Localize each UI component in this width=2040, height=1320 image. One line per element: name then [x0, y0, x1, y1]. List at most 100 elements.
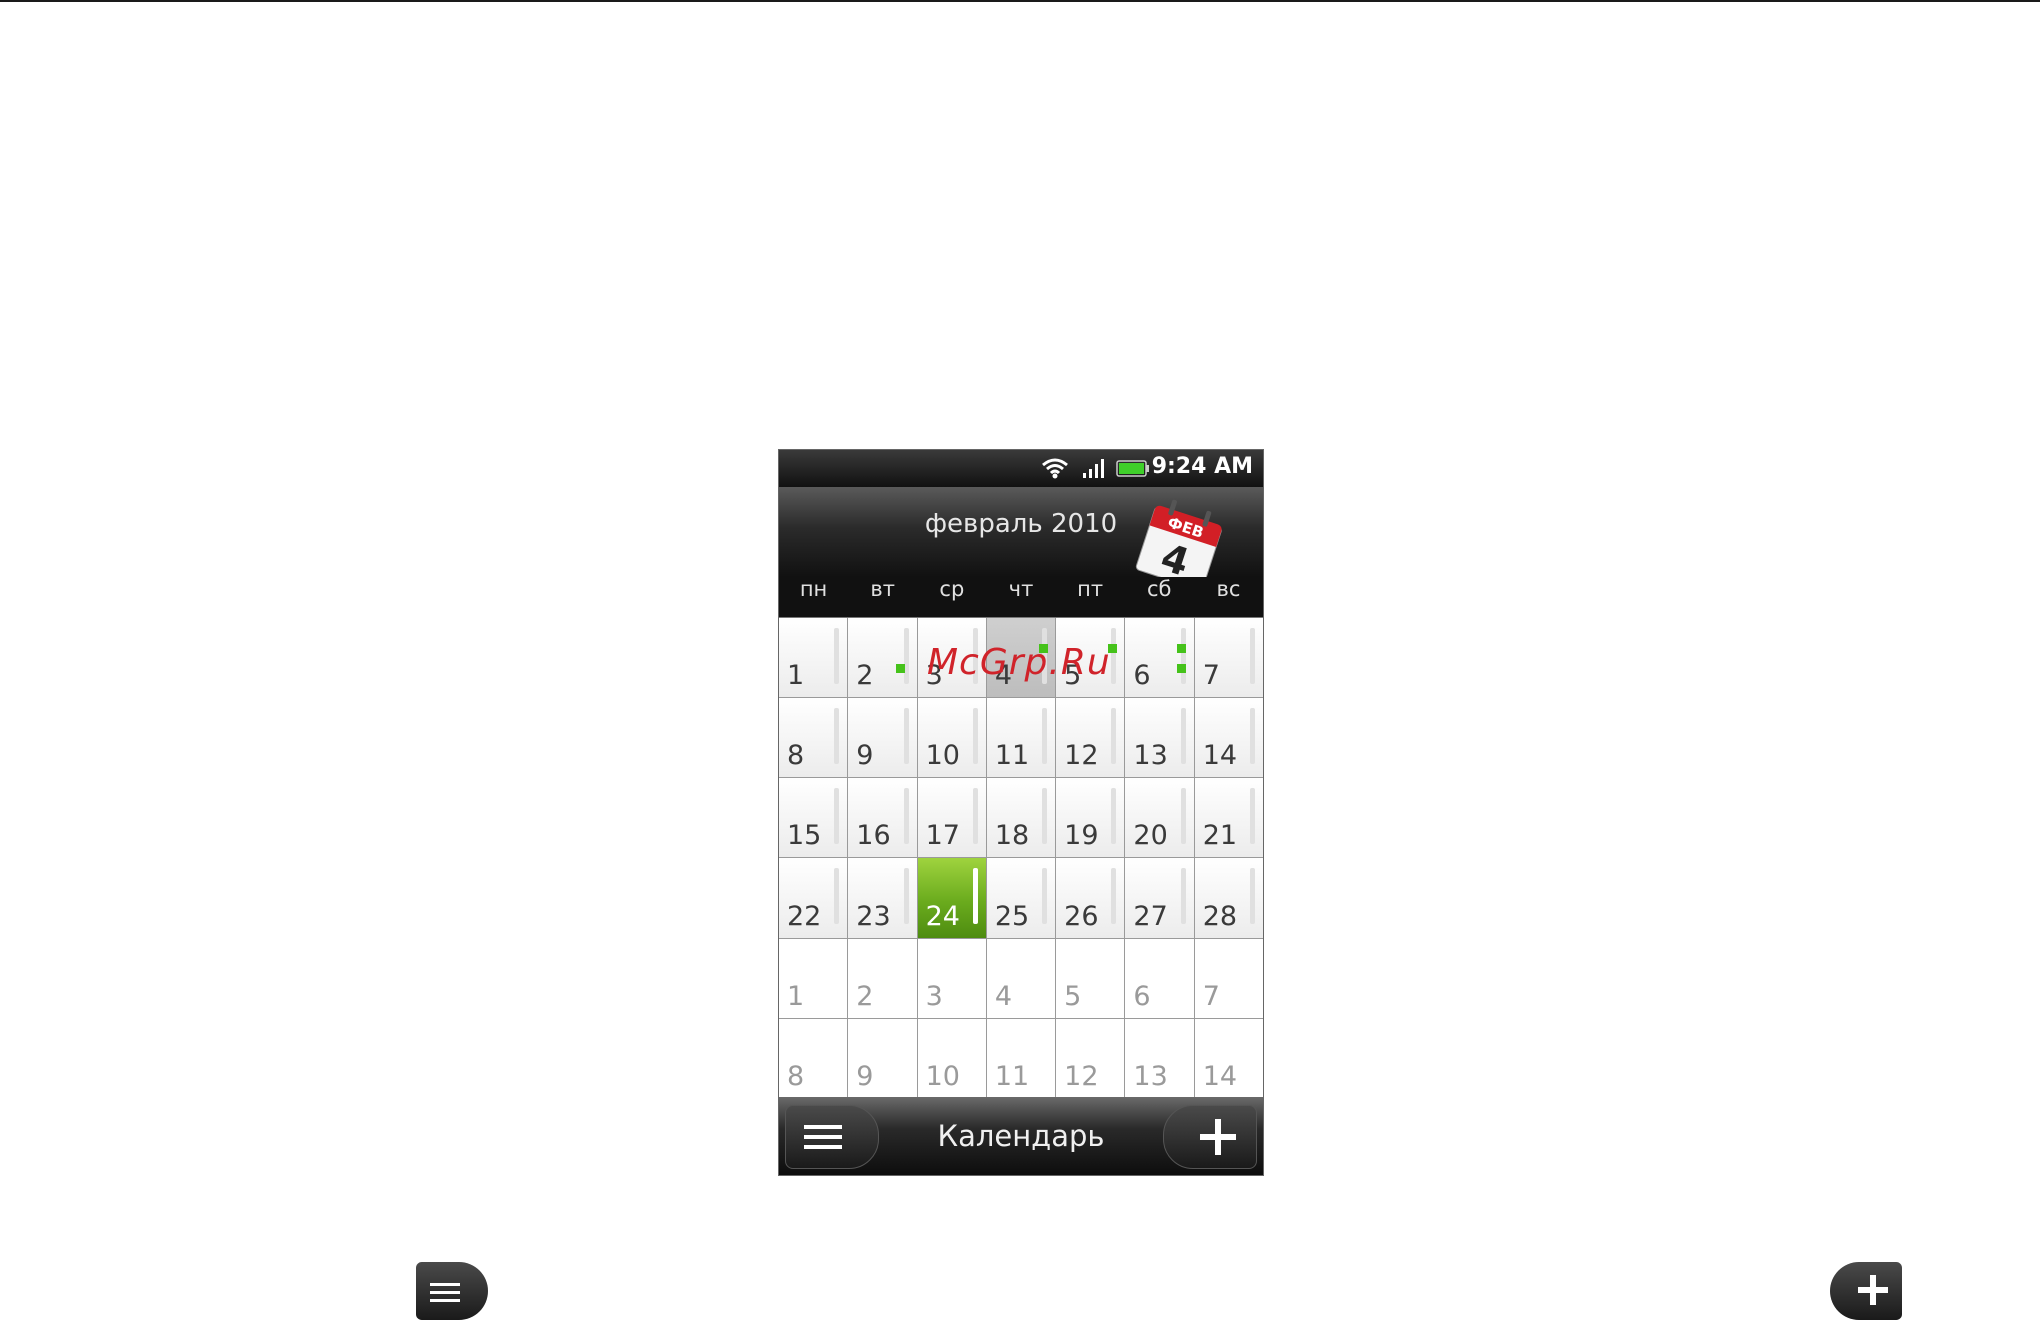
day-cell[interactable]: 7: [1194, 618, 1263, 698]
day-cell[interactable]: 21: [1194, 778, 1263, 858]
day-cell[interactable]: 23: [848, 858, 917, 938]
day-cell[interactable]: 9: [848, 698, 917, 778]
day-number: 14: [1202, 1060, 1238, 1092]
day-number: 26: [1064, 900, 1099, 932]
day-cell-next-month[interactable]: 4: [986, 938, 1056, 1018]
day-cell-next-month[interactable]: 5: [1056, 938, 1125, 1018]
weekday-label: чт: [1008, 577, 1034, 601]
weekday-label: сб: [1147, 577, 1172, 601]
day-number: 6: [1133, 660, 1151, 692]
day-number: 13: [1133, 740, 1168, 772]
day-cell-next-month[interactable]: 10: [917, 1018, 986, 1098]
day-cell[interactable]: 10: [917, 698, 986, 778]
day-cell-today[interactable]: 24: [917, 858, 986, 938]
day-cell[interactable]: 20: [1125, 778, 1194, 858]
signal-icon: [1083, 459, 1104, 478]
day-cell[interactable]: 6: [1125, 618, 1194, 698]
day-cell[interactable]: 25: [986, 858, 1056, 938]
status-time: 9:24 AM: [1151, 454, 1253, 479]
day-number: 23: [856, 900, 891, 932]
weekday-label: вт: [870, 577, 896, 601]
day-number: 2: [856, 660, 874, 692]
day-number: 4: [994, 980, 1013, 1012]
day-cell[interactable]: 15: [779, 778, 848, 858]
day-number: 9: [856, 1060, 874, 1092]
day-number: 11: [994, 1060, 1030, 1092]
day-cell[interactable]: 28: [1194, 858, 1263, 938]
day-number: 14: [1202, 740, 1238, 772]
day-number: 16: [856, 820, 891, 852]
day-number: 10: [925, 740, 960, 772]
day-number: 12: [1064, 1060, 1099, 1092]
add-button-illustration: [1830, 1262, 1902, 1320]
day-cell[interactable]: 13: [1125, 698, 1194, 778]
day-number: 27: [1133, 900, 1168, 932]
day-cell[interactable]: 8: [779, 698, 848, 778]
day-number: 3: [925, 980, 943, 1012]
weekday-row: пн вт ср чт пт сб вс: [779, 577, 1263, 617]
day-number: 13: [1133, 1060, 1168, 1092]
plus-icon: [1200, 1119, 1236, 1155]
day-number: 2: [856, 980, 874, 1012]
wifi-icon: [1042, 458, 1068, 479]
weekday-label: пт: [1077, 577, 1104, 601]
day-number: 20: [1133, 820, 1168, 852]
day-cell[interactable]: 17: [917, 778, 986, 858]
day-cell[interactable]: 11: [986, 698, 1056, 778]
day-cell-next-month[interactable]: 14: [1194, 1018, 1263, 1098]
day-cell-next-month[interactable]: 7: [1194, 938, 1263, 1018]
month-grid: 1 2 3 4 5 6 7 8 9 10 11 12 13 14 15 16 1…: [779, 617, 1263, 1098]
day-number: 22: [787, 900, 822, 932]
menu-icon: [430, 1283, 460, 1302]
plus-icon: [1858, 1275, 1888, 1305]
day-cell[interactable]: 16: [848, 778, 917, 858]
day-cell-next-month[interactable]: 12: [1056, 1018, 1125, 1098]
top-rule: [0, 0, 2040, 2]
day-cell[interactable]: 1: [779, 618, 848, 698]
day-cell-next-month[interactable]: 1: [779, 938, 848, 1018]
weekday-label: пн: [799, 577, 828, 601]
day-cell-next-month[interactable]: 11: [986, 1018, 1056, 1098]
day-cell[interactable]: 12: [1056, 698, 1125, 778]
day-number: 7: [1202, 660, 1220, 692]
add-event-button[interactable]: [1163, 1105, 1257, 1169]
day-cell[interactable]: 27: [1125, 858, 1194, 938]
day-cell-next-month[interactable]: 3: [917, 938, 986, 1018]
day-cell-next-month[interactable]: 6: [1125, 938, 1194, 1018]
phone-screen: 9:24 AM февраль 2010 ФЕВ 4 пн вт ср чт п…: [778, 449, 1264, 1176]
day-cell-next-month[interactable]: 9: [848, 1018, 917, 1098]
day-number: 1: [787, 980, 805, 1012]
day-number: 11: [994, 740, 1030, 772]
day-number: 21: [1202, 820, 1238, 852]
day-cell[interactable]: 26: [1056, 858, 1125, 938]
day-cell-next-month[interactable]: 13: [1125, 1018, 1194, 1098]
day-number: 6: [1133, 980, 1151, 1012]
day-cell[interactable]: 22: [779, 858, 848, 938]
day-number: 8: [787, 1060, 805, 1092]
day-number: 9: [856, 740, 874, 772]
day-number: 17: [925, 820, 960, 852]
day-cell[interactable]: 14: [1194, 698, 1263, 778]
day-number: 12: [1064, 740, 1099, 772]
day-cell-next-month[interactable]: 2: [848, 938, 917, 1018]
day-cell-next-month[interactable]: 8: [779, 1018, 848, 1098]
day-number: 18: [994, 820, 1030, 852]
day-cell[interactable]: 19: [1056, 778, 1125, 858]
status-bar: 9:24 AM: [779, 450, 1263, 487]
weekday-label: вс: [1216, 577, 1241, 601]
day-number: 28: [1202, 900, 1238, 932]
watermark: McGrp.Ru: [927, 642, 1111, 683]
day-number: 5: [1064, 980, 1082, 1012]
bottom-bar: Календарь: [779, 1097, 1263, 1175]
day-number: 1: [787, 660, 805, 692]
event-marker: [896, 664, 906, 673]
day-cell[interactable]: 2: [848, 618, 917, 698]
day-number: 25: [994, 900, 1030, 932]
day-number: 10: [925, 1060, 960, 1092]
day-cell[interactable]: 18: [986, 778, 1056, 858]
day-number: 8: [787, 740, 805, 772]
day-number: 7: [1202, 980, 1220, 1012]
calendar-header: февраль 2010 ФЕВ 4: [779, 487, 1263, 591]
day-number: 24: [925, 900, 960, 932]
battery-icon: [1116, 460, 1149, 477]
